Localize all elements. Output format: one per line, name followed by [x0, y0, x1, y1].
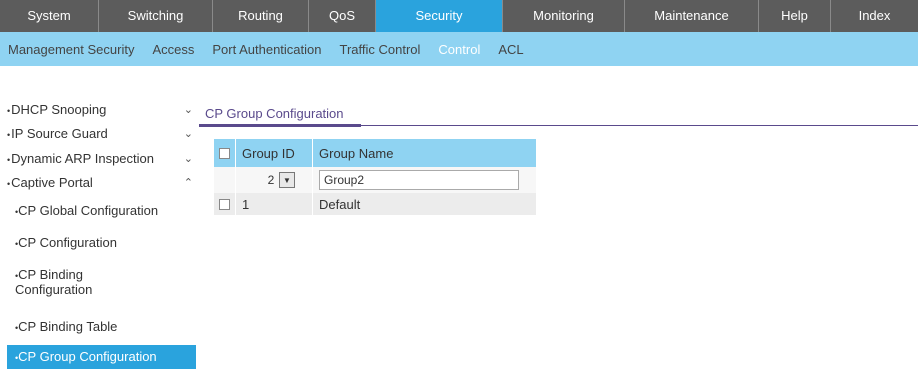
group-id-value: 2: [267, 173, 275, 187]
tab-security[interactable]: Security: [376, 0, 503, 32]
submenu-cp-binding-configuration[interactable]: •CP Binding Configuration: [7, 259, 117, 313]
subtab-management-security[interactable]: Management Security: [8, 42, 134, 57]
side-menu: •DHCP Snooping ⌄ •IP Source Guard ⌄ •Dyn…: [7, 98, 196, 369]
column-header-group-name: Group Name: [312, 139, 536, 167]
subtab-acl[interactable]: ACL: [498, 42, 523, 57]
menu-dhcp-snooping[interactable]: •DHCP Snooping ⌄: [7, 98, 196, 122]
submenu-label: CP Binding Table: [18, 319, 118, 334]
tab-help[interactable]: Help: [759, 0, 831, 32]
subtab-port-authentication[interactable]: Port Authentication: [212, 42, 321, 57]
tab-system[interactable]: System: [0, 0, 99, 32]
menu-ip-source-guard[interactable]: •IP Source Guard ⌄: [7, 122, 196, 146]
group-id-cell: 1: [235, 193, 312, 215]
tab-maintenance[interactable]: Maintenance: [625, 0, 759, 32]
tab-monitoring[interactable]: Monitoring: [503, 0, 625, 32]
table-row: 1 Default: [214, 193, 536, 215]
chevron-up-icon[interactable]: ⌃: [184, 171, 193, 195]
select-all-cell: [214, 147, 235, 159]
page-title: CP Group Configuration: [205, 106, 344, 121]
subtab-control[interactable]: Control: [438, 42, 480, 57]
row-checkbox[interactable]: [219, 198, 230, 210]
bullet-icon: •: [7, 178, 11, 189]
top-nav: System Switching Routing QoS Security Mo…: [0, 0, 918, 32]
menu-label: Dynamic ARP Inspection: [11, 151, 154, 166]
title-underline: [199, 124, 361, 127]
chevron-down-icon[interactable]: ⌄: [184, 122, 193, 146]
group-name-input[interactable]: [319, 170, 519, 190]
menu-label: IP Source Guard: [11, 126, 108, 141]
group-id-select[interactable]: 2 ▼: [263, 172, 295, 188]
tab-index[interactable]: Index: [831, 0, 918, 32]
table-row-edit: 2 ▼: [214, 167, 536, 193]
bullet-icon: •: [7, 129, 11, 140]
sub-nav: Management Security Access Port Authenti…: [0, 32, 918, 66]
group-table: Group ID Group Name 2 ▼ 1 Default: [214, 139, 536, 215]
tab-qos[interactable]: QoS: [309, 0, 376, 32]
select-all-checkbox[interactable]: [219, 147, 230, 159]
bullet-icon: •: [7, 154, 11, 165]
menu-dynamic-arp-inspection[interactable]: •Dynamic ARP Inspection ⌄: [7, 147, 196, 171]
group-id-cell: 2 ▼: [235, 167, 312, 193]
group-name-cell: Default: [312, 193, 536, 215]
chevron-down-icon[interactable]: ⌄: [184, 98, 193, 122]
submenu-cp-configuration[interactable]: •CP Configuration: [7, 227, 196, 259]
menu-label: Captive Portal: [11, 175, 93, 190]
submenu-label: CP Global Configuration: [18, 203, 159, 218]
menu-label: DHCP Snooping: [11, 102, 107, 117]
submenu-cp-global-configuration[interactable]: •CP Global Configuration: [7, 195, 196, 227]
submenu-cp-binding-table[interactable]: •CP Binding Table: [7, 313, 196, 341]
subtab-traffic-control[interactable]: Traffic Control: [340, 42, 421, 57]
tab-routing[interactable]: Routing: [213, 0, 309, 32]
bullet-icon: •: [7, 105, 11, 116]
submenu-label: CP Configuration: [18, 235, 117, 250]
submenu-cp-group-configuration[interactable]: •CP Group Configuration: [7, 345, 196, 369]
submenu-label: CP Binding Configuration: [15, 267, 93, 297]
group-name-cell: [312, 167, 536, 193]
submenu-label: CP Group Configuration: [18, 349, 157, 364]
row-checkbox-cell: [214, 198, 235, 210]
subtab-access[interactable]: Access: [152, 42, 194, 57]
column-header-group-id: Group ID: [235, 139, 312, 167]
chevron-down-icon[interactable]: ⌄: [184, 147, 193, 171]
dropdown-arrow-icon[interactable]: ▼: [279, 172, 295, 188]
tab-switching[interactable]: Switching: [99, 0, 213, 32]
table-header: Group ID Group Name: [214, 139, 536, 167]
menu-captive-portal[interactable]: •Captive Portal ⌃: [7, 171, 196, 195]
